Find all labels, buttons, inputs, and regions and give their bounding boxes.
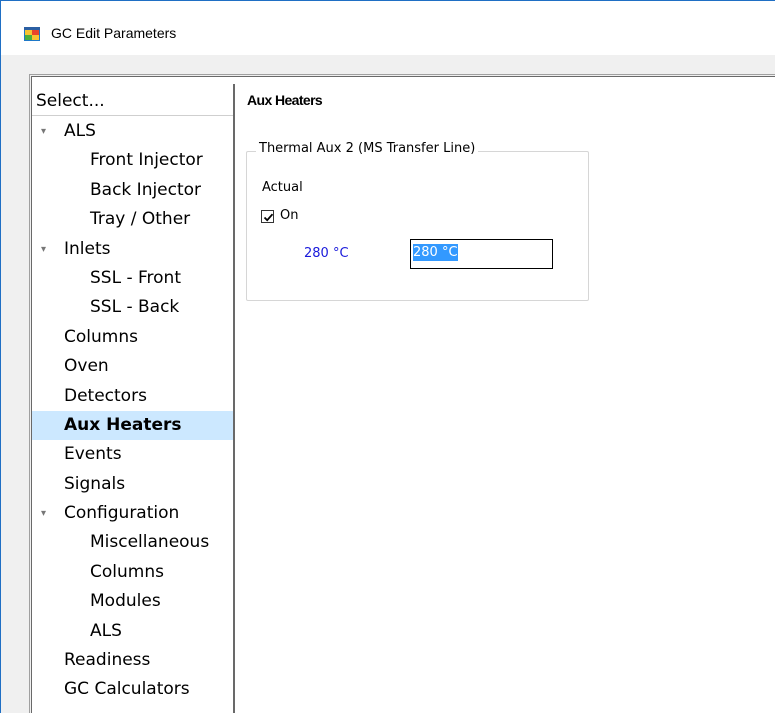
nav-item-signals[interactable]: Signals	[32, 470, 233, 499]
nav-item-front-injector[interactable]: Front Injector	[32, 146, 233, 175]
nav-item-label: Tray / Other	[90, 209, 191, 230]
titlebar[interactable]: GC Edit Parameters	[1, 1, 775, 55]
nav-item-tray-other[interactable]: Tray / Other	[32, 205, 233, 234]
nav-item-als[interactable]: ▾ ALS	[32, 117, 233, 146]
nav-item-miscellaneous[interactable]: Miscellaneous	[32, 528, 233, 557]
nav-item-label: Columns	[90, 561, 164, 582]
tree-expander-icon[interactable]: ▾	[41, 117, 46, 146]
nav-item-back-injector[interactable]: Back Injector	[32, 176, 233, 205]
on-checkbox[interactable]	[261, 210, 274, 223]
tree-expander-icon[interactable]: ▾	[41, 499, 46, 528]
nav-item-label: Inlets	[64, 238, 111, 259]
navigation-tree: Select... ▾ ALS Front Injector Back Injecto…	[32, 84, 235, 713]
nav-item-label: Miscellaneous	[90, 532, 210, 553]
parameters-panel: Aux Heaters Thermal Aux 2 (MS Transfer L…	[237, 84, 775, 713]
nav-item-label: ALS	[90, 620, 122, 641]
setpoint-temperature-input[interactable]: 280 °C	[410, 239, 553, 269]
nav-item-label: SSL - Front	[90, 267, 181, 288]
nav-item-label: GC Calculators	[64, 679, 190, 700]
actual-label: Actual	[262, 180, 303, 195]
nav-header-label: Select...	[36, 91, 105, 111]
thermal-aux-groupbox	[246, 151, 589, 301]
tree-expander-icon[interactable]: ▾	[41, 235, 46, 264]
groupbox-legend: Thermal Aux 2 (MS Transfer Line)	[256, 141, 479, 156]
nav-item-oven[interactable]: Oven	[32, 352, 233, 381]
nav-item-label: Columns	[64, 326, 138, 347]
nav-item-columns[interactable]: Columns	[32, 558, 233, 587]
nav-item-aux-heaters[interactable]: Aux Heaters	[32, 410, 233, 441]
nav-item-ssl-front[interactable]: SSL - Front	[32, 264, 233, 293]
checkmark-icon	[263, 213, 274, 222]
nav-list: ▾ ALS Front Injector Back Injector Tray / Ot…	[32, 117, 233, 705]
nav-item-modules[interactable]: Modules	[32, 587, 233, 616]
nav-item-events[interactable]: Events	[32, 440, 233, 469]
panel-title: Aux Heaters	[247, 92, 323, 108]
nav-item-gc-calculators[interactable]: GC Calculators	[32, 675, 233, 704]
nav-item-inlets[interactable]: ▾ Inlets	[32, 235, 233, 264]
nav-item-label: Front Injector	[90, 150, 203, 171]
on-checkbox-label: On	[280, 208, 299, 223]
nav-item-label: SSL - Back	[90, 297, 180, 318]
nav-item-ssl-back[interactable]: SSL - Back	[32, 293, 233, 322]
nav-item-label: Detectors	[64, 385, 147, 406]
nav-item-columns[interactable]: Columns	[32, 323, 233, 352]
gc-edit-parameters-window: GC Edit Parameters Select... ▾ ALS Front I…	[0, 0, 775, 713]
nav-item-label: Aux Heaters	[64, 414, 182, 435]
nav-item-label: Oven	[64, 356, 109, 377]
nav-item-detectors[interactable]: Detectors	[32, 382, 233, 411]
nav-item-label: Modules	[90, 591, 161, 612]
setpoint-temperature-value: 280 °C	[413, 244, 458, 261]
window-app-icon	[24, 26, 40, 42]
nav-item-configuration[interactable]: ▾ Configuration	[32, 499, 233, 528]
nav-item-als[interactable]: ALS	[32, 617, 233, 646]
nav-item-readiness[interactable]: Readiness	[32, 646, 233, 675]
nav-item-label: Signals	[64, 473, 126, 494]
nav-item-label: Readiness	[64, 650, 151, 671]
window-title: GC Edit Parameters	[51, 25, 177, 41]
nav-item-label: Events	[64, 444, 122, 465]
nav-item-label: Configuration	[64, 503, 180, 524]
nav-header: Select...	[32, 84, 233, 116]
nav-item-label: Back Injector	[90, 179, 202, 200]
actual-temperature-readout: 280 °C	[304, 246, 349, 261]
nav-item-label: ALS	[64, 121, 96, 141]
